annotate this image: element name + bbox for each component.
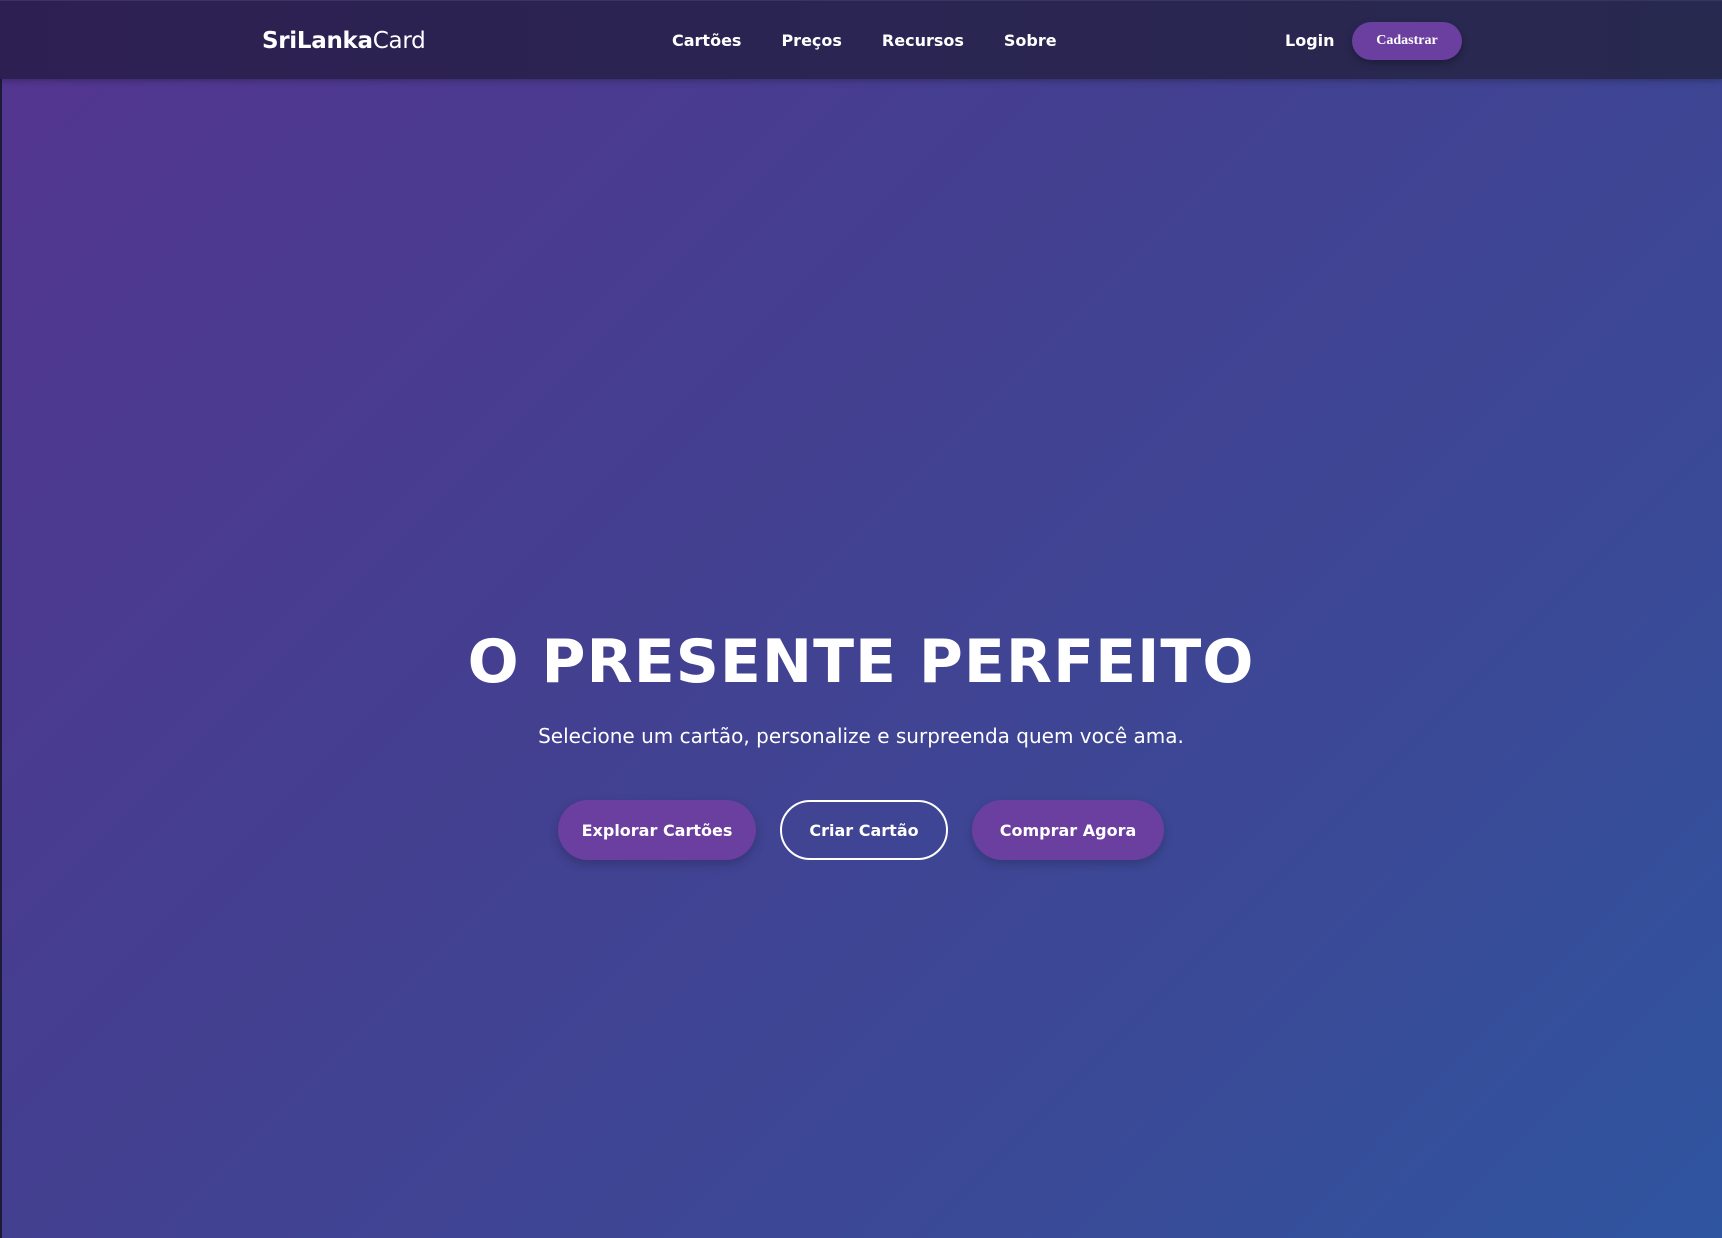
- hero-subtitle: Selecione um cartão, personalize e surpr…: [538, 724, 1184, 748]
- window-edge: [0, 0, 2, 1238]
- navbar: SriLankaCard Cartões Preços Recursos Sob…: [0, 0, 1722, 79]
- logo[interactable]: SriLankaCard: [262, 27, 426, 55]
- login-link[interactable]: Login: [1285, 30, 1335, 52]
- nav-link-precos[interactable]: Preços: [781, 30, 841, 52]
- hero-section: O PRESENTE PERFEITO Selecione um cartão,…: [0, 620, 1722, 750]
- logo-bold-text: SriLanka: [262, 28, 373, 54]
- nav-link-recursos[interactable]: Recursos: [882, 30, 964, 52]
- hero-buttons: Explorar Cartões Criar Cartão Comprar Ag…: [0, 800, 1722, 860]
- hero-title: O PRESENTE PERFEITO: [467, 627, 1255, 697]
- explore-cards-button[interactable]: Explorar Cartões: [558, 800, 756, 860]
- signup-button[interactable]: Cadastrar: [1352, 22, 1462, 60]
- landing-page: SriLankaCard Cartões Preços Recursos Sob…: [0, 0, 1722, 1238]
- nav-link-sobre[interactable]: Sobre: [1004, 30, 1057, 52]
- logo-light-text: Card: [372, 28, 426, 54]
- buy-now-button[interactable]: Comprar Agora: [972, 800, 1164, 860]
- nav-links: Cartões Preços Recursos Sobre: [672, 30, 1057, 52]
- nav-link-cartoes[interactable]: Cartões: [672, 30, 741, 52]
- create-card-button[interactable]: Criar Cartão: [780, 800, 948, 860]
